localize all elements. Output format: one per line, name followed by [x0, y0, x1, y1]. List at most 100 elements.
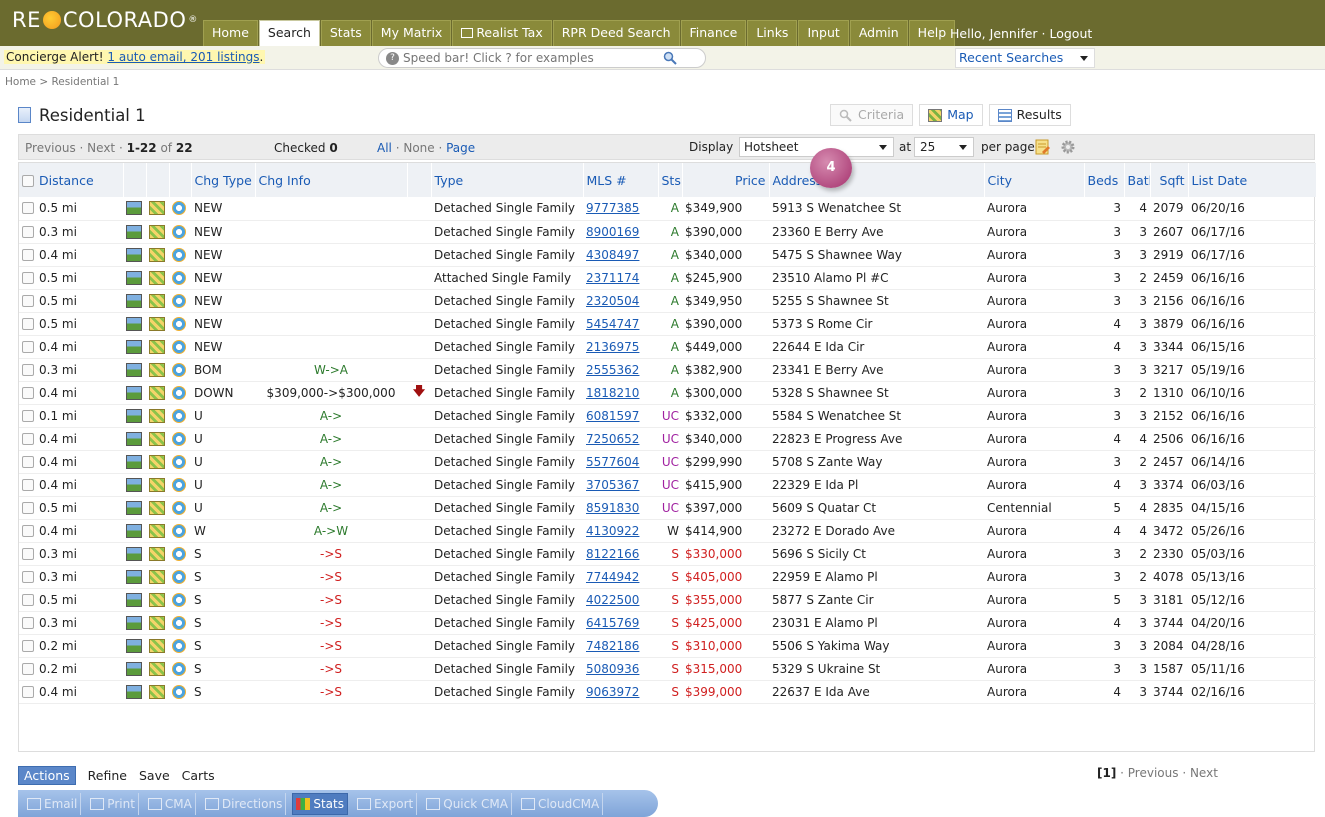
header-sts[interactable]: Sts	[658, 163, 683, 197]
map-icon[interactable]	[149, 316, 165, 331]
detail-cell[interactable]	[169, 289, 191, 313]
criteria-tab[interactable]: Criteria	[830, 104, 914, 126]
map-cell[interactable]	[146, 634, 169, 658]
bottom-next-link[interactable]: Next	[1190, 766, 1218, 780]
table-row[interactable]: 0.4 mi NEW Detached Single Family 2136975 A $…	[19, 335, 1316, 359]
row-checkbox[interactable]	[22, 501, 34, 514]
photo-icon[interactable]	[126, 201, 142, 216]
mls-link[interactable]: 8591830	[586, 501, 639, 515]
photo-cell[interactable]	[123, 381, 146, 405]
detail-cell[interactable]	[169, 243, 191, 267]
map-cell[interactable]	[146, 289, 169, 313]
photo-icon[interactable]	[126, 408, 142, 423]
photo-icon[interactable]	[126, 661, 142, 676]
nav-tab-admin[interactable]: Admin	[849, 20, 908, 46]
photo-icon[interactable]	[126, 431, 142, 446]
photo-cell[interactable]	[123, 634, 146, 658]
detail-icon[interactable]	[172, 661, 186, 676]
nav-tab-stats[interactable]: Stats	[320, 20, 371, 46]
concierge-alert-link[interactable]: 1 auto email, 201 listings	[107, 50, 259, 64]
map-cell[interactable]	[146, 473, 169, 497]
table-row[interactable]: 0.4 mi U A-> Detached Single Family 5577604 U…	[19, 450, 1316, 474]
detail-cell[interactable]	[169, 427, 191, 451]
row-checkbox[interactable]	[22, 662, 34, 675]
mls-link[interactable]: 5454747	[586, 317, 639, 331]
mls-link[interactable]: 6415769	[586, 616, 639, 630]
detail-cell[interactable]	[169, 611, 191, 635]
detail-cell[interactable]	[169, 197, 191, 221]
detail-cell[interactable]	[169, 473, 191, 497]
print-button[interactable]: Print	[87, 792, 139, 815]
detail-icon[interactable]	[172, 316, 186, 331]
detail-icon[interactable]	[172, 454, 186, 469]
nav-tab-help[interactable]: Help	[908, 20, 956, 46]
map-icon[interactable]	[149, 247, 165, 262]
photo-icon[interactable]	[126, 247, 142, 262]
detail-cell[interactable]	[169, 266, 191, 290]
header-mls[interactable]: MLS #	[583, 163, 659, 197]
header-chg-info[interactable]: Chg Info	[255, 163, 408, 197]
map-icon[interactable]	[149, 362, 165, 377]
photo-cell[interactable]	[123, 220, 146, 244]
per-page-select[interactable]: 25	[914, 137, 974, 157]
table-row[interactable]: 0.5 mi NEW Attached Single Family 2371174 A $…	[19, 266, 1316, 290]
photo-icon[interactable]	[126, 293, 142, 308]
detail-icon[interactable]	[172, 201, 186, 216]
export-button[interactable]: Export	[354, 792, 418, 815]
photo-cell[interactable]	[123, 266, 146, 290]
detail-cell[interactable]	[169, 588, 191, 612]
table-row[interactable]: 0.5 mi S ->S Detached Single Family 4022500 S…	[19, 588, 1316, 612]
row-checkbox[interactable]	[22, 455, 34, 468]
table-row[interactable]: 0.3 mi S ->S Detached Single Family 7744942 S…	[19, 565, 1316, 589]
row-checkbox[interactable]	[22, 340, 34, 353]
mls-link[interactable]: 2320504	[586, 294, 639, 308]
map-cell[interactable]	[146, 427, 169, 451]
header-list-date[interactable]: List Date	[1188, 163, 1317, 197]
photo-icon[interactable]	[126, 546, 142, 561]
photo-cell[interactable]	[123, 519, 146, 543]
detail-icon[interactable]	[172, 339, 186, 354]
row-checkbox[interactable]	[22, 317, 34, 330]
detail-icon[interactable]	[172, 362, 186, 377]
map-icon[interactable]	[149, 684, 165, 699]
nav-tab-input[interactable]: Input	[798, 20, 849, 46]
map-cell[interactable]	[146, 657, 169, 681]
photo-icon[interactable]	[126, 339, 142, 354]
photo-icon[interactable]	[126, 385, 142, 400]
detail-icon[interactable]	[172, 592, 186, 607]
photo-cell[interactable]	[123, 358, 146, 382]
row-checkbox[interactable]	[22, 639, 34, 652]
map-cell[interactable]	[146, 496, 169, 520]
nav-tab-search[interactable]: Search	[258, 20, 320, 46]
photo-cell[interactable]	[123, 312, 146, 336]
detail-icon[interactable]	[172, 546, 186, 561]
mls-link[interactable]: 5577604	[586, 455, 639, 469]
header-address[interactable]: Address	[769, 163, 985, 197]
table-row[interactable]: 0.5 mi NEW Detached Single Family 9777385 A $…	[19, 197, 1316, 221]
mls-link[interactable]: 7744942	[586, 570, 639, 584]
detail-cell[interactable]	[169, 450, 191, 474]
tab-actions[interactable]: Actions	[18, 766, 76, 785]
map-icon[interactable]	[149, 477, 165, 492]
map-cell[interactable]	[146, 680, 169, 704]
detail-icon[interactable]	[172, 638, 186, 653]
map-icon[interactable]	[149, 224, 165, 239]
map-cell[interactable]	[146, 197, 169, 221]
tab-carts[interactable]: Carts	[182, 768, 215, 783]
breadcrumb[interactable]: Home > Residential 1	[5, 76, 119, 88]
map-cell[interactable]	[146, 243, 169, 267]
photo-icon[interactable]	[126, 270, 142, 285]
photo-cell[interactable]	[123, 611, 146, 635]
header-distance[interactable]: Distance	[19, 163, 124, 197]
photo-icon[interactable]	[126, 362, 142, 377]
detail-cell[interactable]	[169, 335, 191, 359]
photo-cell[interactable]	[123, 197, 146, 221]
header-sqft[interactable]: Sqft	[1150, 163, 1189, 197]
row-checkbox[interactable]	[22, 570, 34, 583]
next-link[interactable]: Next	[87, 141, 115, 155]
photo-cell[interactable]	[123, 289, 146, 313]
photo-cell[interactable]	[123, 657, 146, 681]
detail-cell[interactable]	[169, 312, 191, 336]
header-baths[interactable]: Baths	[1124, 163, 1151, 197]
map-cell[interactable]	[146, 358, 169, 382]
